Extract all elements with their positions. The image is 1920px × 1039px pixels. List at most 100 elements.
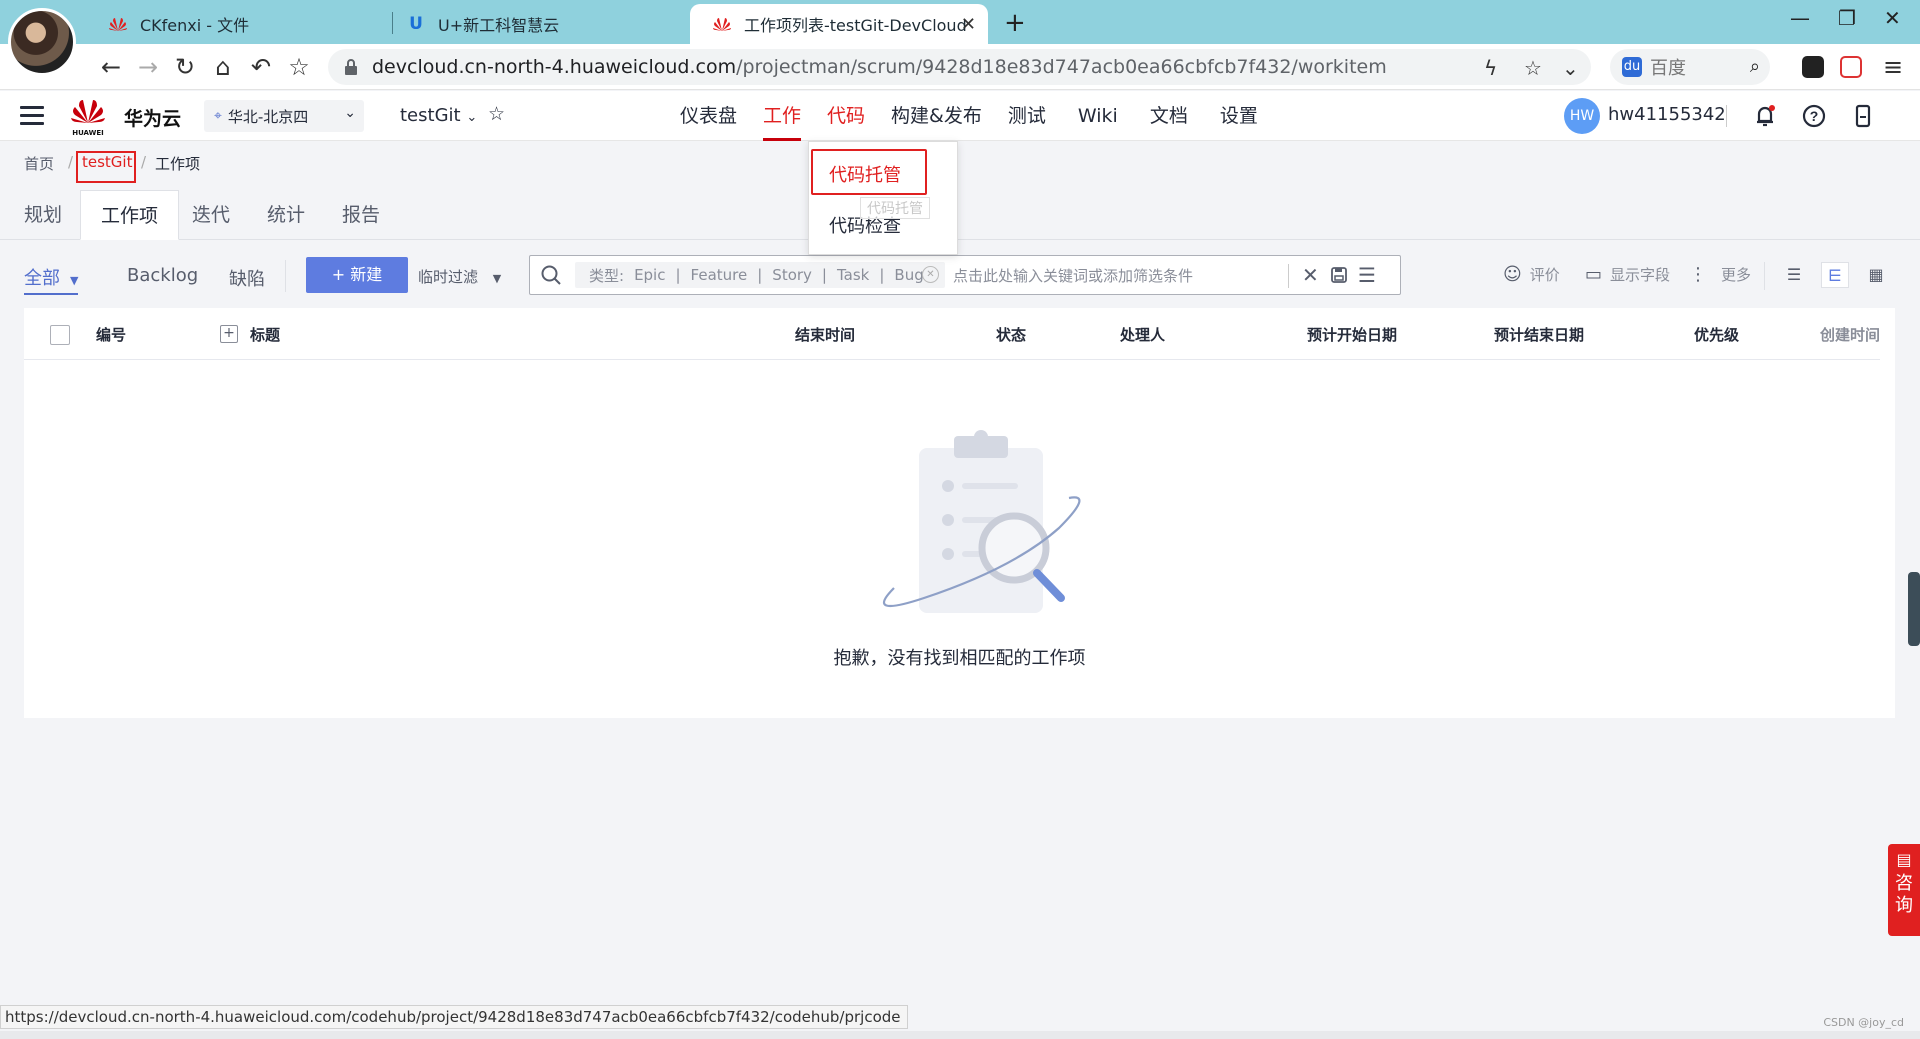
nav-docs[interactable]: 文档 bbox=[1150, 91, 1188, 141]
tab-workitems[interactable]: 工作项 bbox=[80, 190, 180, 240]
column-created-time[interactable]: 创建时间 bbox=[1820, 324, 1880, 345]
more-button[interactable]: ⋮ 更多 bbox=[1689, 264, 1751, 285]
lightning-icon[interactable]: ϟ bbox=[1484, 56, 1497, 80]
bell-icon[interactable] bbox=[1752, 103, 1778, 129]
filter-all-label: 全部 bbox=[24, 268, 60, 289]
tab-title: 工作项列表-testGit-DevCloud bbox=[744, 16, 967, 35]
column-status[interactable]: 状态 bbox=[996, 324, 1026, 345]
favorite-star-icon[interactable]: ☆ bbox=[1524, 56, 1542, 80]
mobile-icon[interactable] bbox=[1850, 103, 1876, 129]
column-id[interactable]: 编号 bbox=[96, 324, 126, 345]
tree-view-icon[interactable]: ⋿ bbox=[1821, 262, 1849, 288]
browser-tab-devcloud[interactable]: 工作项列表-testGit-DevCloud ✕ bbox=[690, 4, 988, 44]
bookmark-star-icon[interactable]: ☆ bbox=[284, 53, 314, 81]
user-avatar[interactable]: HW bbox=[1564, 98, 1600, 134]
more-label: 更多 bbox=[1721, 266, 1752, 284]
home-icon[interactable]: ⌂ bbox=[208, 53, 238, 81]
tab-iterations[interactable]: 迭代 bbox=[192, 190, 230, 240]
menu-icon[interactable] bbox=[20, 106, 44, 126]
side-scroll-handle[interactable] bbox=[1908, 572, 1920, 646]
list-view-icon[interactable]: ☰ bbox=[1780, 262, 1808, 288]
type-filter-chip[interactable]: 类型: Epic | Feature | Story | Task | Bug … bbox=[575, 262, 945, 288]
tab-planning[interactable]: 规划 bbox=[24, 190, 62, 240]
select-all-checkbox[interactable] bbox=[50, 325, 70, 345]
browser-menu-icon[interactable]: ≡ bbox=[1878, 53, 1908, 81]
url-field[interactable]: devcloud.cn-north-4.huaweicloud.com/proj… bbox=[328, 49, 1591, 85]
filter-input-placeholder[interactable]: 点击此处输入关键词或添加筛选条件 bbox=[953, 265, 1273, 286]
forward-icon[interactable]: → bbox=[133, 53, 163, 81]
filter-search-box[interactable]: 类型: Epic | Feature | Story | Task | Bug … bbox=[529, 255, 1401, 295]
browser-tab-strip: CKfenxi - 文件 U U+新工科智慧云 工作项列表-testGit-De… bbox=[0, 0, 1920, 44]
column-priority[interactable]: 优先级 bbox=[1694, 324, 1739, 345]
toolbar-divider bbox=[285, 260, 286, 292]
chevron-down-icon[interactable]: ⌄ bbox=[1562, 56, 1579, 80]
nav-dashboard[interactable]: 仪表盘 bbox=[680, 91, 737, 141]
temp-filter-dropdown[interactable]: 临时过滤 ▼ bbox=[418, 266, 501, 287]
huawei-favicon-icon bbox=[712, 14, 732, 34]
nav-test[interactable]: 测试 bbox=[1008, 91, 1046, 141]
search-icon[interactable]: ⌕ bbox=[1750, 56, 1760, 77]
lock-icon bbox=[345, 59, 357, 75]
browser-search-field[interactable]: du 百度 ⌕ bbox=[1610, 49, 1770, 85]
menu-item-code-hosting[interactable]: 代码托管 bbox=[829, 161, 901, 187]
huawei-logo[interactable]: HUAWEI bbox=[70, 97, 106, 137]
nav-work[interactable]: 工作 bbox=[763, 91, 802, 141]
clear-icon[interactable]: ✕ bbox=[1302, 263, 1319, 287]
tab-statistics[interactable]: 统计 bbox=[267, 190, 305, 240]
card-view-icon[interactable]: ▦ bbox=[1862, 262, 1890, 288]
close-tab-icon[interactable]: ✕ bbox=[961, 14, 976, 35]
back-icon[interactable]: ← bbox=[96, 53, 126, 81]
pdf-extension-icon[interactable] bbox=[1840, 56, 1862, 78]
list-filter-icon[interactable]: ☰ bbox=[1358, 263, 1376, 287]
nav-code[interactable]: 代码 bbox=[827, 91, 865, 141]
browser-tab-ckfenxi[interactable]: CKfenxi - 文件 bbox=[86, 4, 386, 44]
column-end-time[interactable]: 结束时间 bbox=[795, 324, 855, 345]
browser-tab-uplus[interactable]: U U+新工科智慧云 bbox=[384, 4, 684, 44]
consult-button[interactable]: ▤ 咨 询 bbox=[1888, 844, 1920, 936]
huawei-favicon-icon bbox=[108, 14, 128, 34]
chevron-down-icon: ⌄ bbox=[344, 105, 356, 121]
column-assignee[interactable]: 处理人 bbox=[1120, 324, 1165, 345]
nav-build-release[interactable]: 构建&发布 bbox=[891, 91, 982, 141]
region-label: 华北-北京四 bbox=[227, 107, 309, 126]
nav-wiki[interactable]: Wiki bbox=[1078, 91, 1118, 141]
rate-button[interactable]: ☺ 评价 bbox=[1503, 264, 1560, 285]
type-label: 类型: bbox=[589, 266, 625, 285]
filter-bug[interactable]: 缺陷 bbox=[229, 265, 265, 291]
nav-settings[interactable]: 设置 bbox=[1220, 91, 1258, 141]
temp-filter-label: 临时过滤 bbox=[418, 268, 479, 286]
location-pin-icon: ⌖ bbox=[214, 108, 222, 124]
column-planned-start[interactable]: 预计开始日期 bbox=[1307, 324, 1397, 345]
restore-icon[interactable]: ❐ bbox=[1838, 6, 1856, 30]
new-tab-icon[interactable]: + bbox=[1004, 8, 1026, 38]
username[interactable]: hw41155342 bbox=[1608, 104, 1726, 125]
reload-icon[interactable]: ↻ bbox=[170, 53, 200, 81]
project-name: testGit bbox=[400, 105, 461, 126]
breadcrumb-home[interactable]: 首页 bbox=[24, 153, 54, 174]
new-workitem-button[interactable]: + 新建 bbox=[306, 257, 408, 293]
highlight-box bbox=[76, 151, 136, 183]
help-icon[interactable]: ? bbox=[1801, 103, 1827, 129]
column-planned-end[interactable]: 预计结束日期 bbox=[1494, 324, 1584, 345]
chip-remove-icon[interactable]: ✕ bbox=[922, 266, 939, 283]
show-fields-button[interactable]: ▭ 显示字段 bbox=[1585, 264, 1670, 285]
minimize-icon[interactable]: — bbox=[1790, 6, 1810, 30]
save-icon[interactable] bbox=[1330, 266, 1348, 284]
column-title[interactable]: 标题 bbox=[250, 324, 280, 345]
undo-icon[interactable]: ↶ bbox=[246, 53, 276, 81]
type-feature: Feature bbox=[690, 266, 748, 284]
filter-backlog[interactable]: Backlog bbox=[127, 265, 198, 286]
workitem-toolbar: 全部 ▼ Backlog 缺陷 + 新建 临时过滤 ▼ 类型: Epic | Fe… bbox=[0, 250, 1920, 300]
browser-profile-avatar[interactable] bbox=[8, 8, 76, 76]
close-window-icon[interactable]: ✕ bbox=[1884, 6, 1901, 30]
type-bug: Bug bbox=[894, 266, 924, 284]
filter-all-dropdown[interactable]: 全部 ▼ bbox=[24, 264, 79, 295]
extension-icon[interactable] bbox=[1802, 56, 1824, 78]
favorite-project-star-icon[interactable]: ☆ bbox=[488, 103, 505, 125]
tab-reports[interactable]: 报告 bbox=[342, 190, 380, 240]
project-switcher[interactable]: testGit ⌄ bbox=[400, 105, 477, 126]
region-select[interactable]: ⌖ 华北-北京四 ⌄ bbox=[204, 100, 364, 132]
breadcrumb-separator: / bbox=[141, 153, 147, 171]
main-nav: 仪表盘 工作 代码 构建&发布 测试 Wiki 文档 设置 bbox=[680, 91, 1284, 141]
expand-all-icon[interactable]: + bbox=[220, 325, 238, 343]
